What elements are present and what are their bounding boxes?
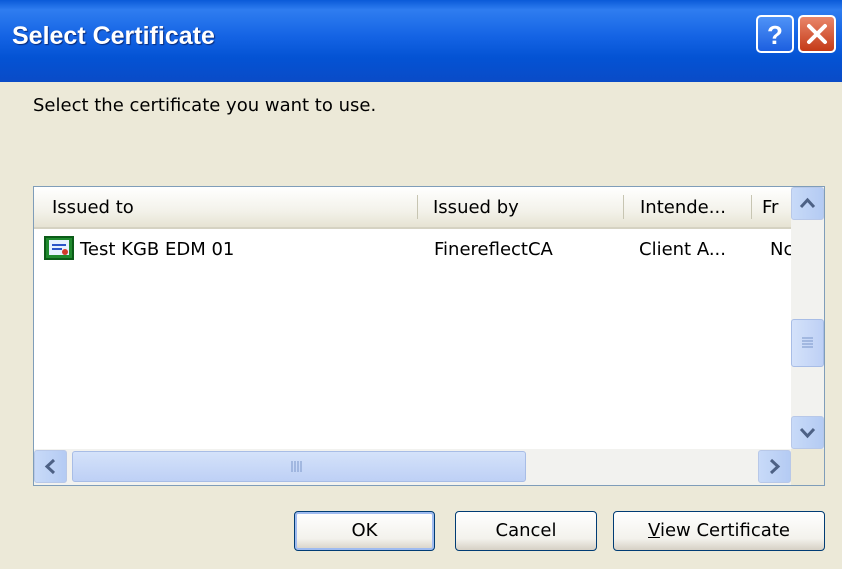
scroll-right-button[interactable] [758,450,791,483]
scroll-left-button[interactable] [34,450,67,483]
certificate-list[interactable]: Issued to Issued by Intende... Fr Test K… [33,186,825,486]
scroll-down-icon [799,427,816,439]
title-bar[interactable]: Select Certificate ? [0,0,842,82]
list-header: Issued to Issued by Intende... Fr [34,187,791,229]
horizontal-scrollbar[interactable] [34,449,791,485]
vertical-scrollbar[interactable] [791,187,824,449]
certificate-icon [44,236,74,260]
cell-intended-purposes: Client A... [639,239,726,260]
table-row[interactable]: Test KGB EDM 01 FinereflectCA Client A..… [34,235,794,265]
scrollbar-corner [791,449,824,485]
mnemonic-letter: V [648,520,660,541]
ok-button[interactable]: OK [294,511,435,551]
close-icon [807,24,827,44]
grip-icon [802,337,813,348]
cancel-button[interactable]: Cancel [455,511,597,551]
help-button[interactable]: ? [756,15,794,53]
svg-text:?: ? [767,20,783,50]
column-separator[interactable] [623,195,624,219]
window-title: Select Certificate [12,22,215,50]
cell-issued-to: Test KGB EDM 01 [80,239,235,260]
scroll-up-button[interactable] [791,187,824,220]
button-label: iew Certificate [659,520,790,541]
vertical-scroll-thumb[interactable] [791,319,824,367]
horizontal-scroll-thumb[interactable] [72,451,526,482]
column-separator[interactable] [417,195,418,219]
cell-issued-by: FinereflectCA [434,239,553,260]
column-header-friendly-name[interactable]: Fr [762,197,778,218]
column-header-intended-purposes[interactable]: Intende... [640,197,726,218]
instruction-text: Select the certificate you want to use. [33,95,377,116]
column-separator[interactable] [751,195,752,219]
column-header-issued-by[interactable]: Issued by [433,197,519,218]
grip-icon [291,461,302,472]
help-icon: ? [767,20,783,50]
cell-friendly-name: Nc [770,239,794,260]
scroll-left-icon [44,458,56,475]
view-certificate-button[interactable]: View Certificate [613,511,825,551]
column-header-issued-to[interactable]: Issued to [52,197,134,218]
scroll-right-icon [769,458,781,475]
scroll-down-button[interactable] [791,416,824,449]
scroll-up-icon [799,197,816,209]
close-button[interactable] [798,15,836,53]
